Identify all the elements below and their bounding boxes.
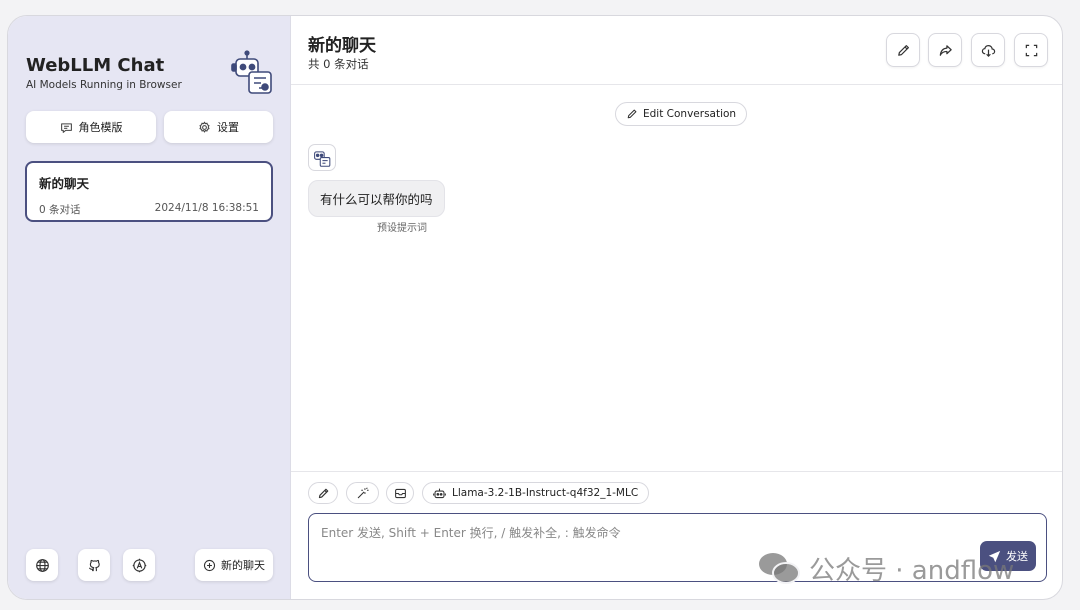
github-icon: [88, 559, 100, 571]
chat-bubble-icon: [60, 122, 72, 133]
app-window: WebLLM Chat AI Models Running in Browser…: [7, 15, 1063, 600]
robot-icon: [314, 150, 331, 167]
pencil-icon: [897, 44, 909, 56]
send-button[interactable]: 发送: [980, 541, 1036, 571]
settings-button[interactable]: 设置: [164, 111, 273, 143]
fullscreen-icon: [1025, 44, 1037, 56]
cloud-download-icon: [981, 44, 995, 57]
masks-button[interactable]: 角色模版: [26, 111, 156, 143]
chat-item-count: 0 条对话: [39, 204, 81, 216]
language-button[interactable]: [26, 549, 58, 581]
composer-divider: [291, 471, 1062, 472]
chat-list-item[interactable]: 新的聊天 0 条对话 2024/11/8 16:38:51: [25, 161, 273, 222]
pencil-icon: [627, 109, 637, 119]
bot-message: 有什么可以帮你的吗: [308, 180, 445, 217]
chat-main: 新的聊天 共 0 条对话 Edit Conversation 有什么可以帮你的吗…: [291, 16, 1062, 599]
sidebar: WebLLM Chat AI Models Running in Browser…: [8, 16, 291, 599]
model-selector[interactable]: Llama-3.2-1B-Instruct-q4f32_1-MLC: [422, 482, 650, 504]
message-note: 预设提示词: [377, 223, 427, 234]
rename-button[interactable]: [886, 33, 920, 67]
robot-logo-icon: [230, 50, 276, 96]
clear-context-chip[interactable]: [386, 482, 414, 504]
inbox-icon: [394, 488, 406, 498]
pencil-icon: [318, 488, 328, 498]
fullscreen-button[interactable]: [1014, 33, 1048, 67]
settings-label: 设置: [217, 121, 239, 134]
magic-wand-icon: [357, 486, 369, 498]
chat-item-title: 新的聊天: [39, 176, 90, 191]
auto-theme-icon: [132, 558, 146, 572]
gear-icon: [199, 121, 210, 132]
chat-message-count: 共 0 条对话: [308, 57, 369, 71]
prompt-hints-chip[interactable]: [346, 482, 379, 504]
chat-input-container: 发送: [308, 513, 1047, 582]
edit-conversation-button[interactable]: Edit Conversation: [615, 102, 748, 126]
theme-button[interactable]: [123, 549, 155, 581]
chat-header: 新的聊天 共 0 条对话: [291, 16, 1062, 85]
app-title: WebLLM Chat: [26, 55, 165, 76]
new-chat-button[interactable]: 新的聊天: [195, 549, 273, 581]
share-button[interactable]: [928, 33, 962, 67]
send-icon: [988, 550, 1001, 562]
chat-input[interactable]: [309, 514, 1046, 581]
send-label: 发送: [1006, 550, 1028, 563]
chat-title: 新的聊天: [308, 36, 376, 56]
chat-item-time: 2024/11/8 16:38:51: [154, 202, 259, 214]
app-subtitle: AI Models Running in Browser: [26, 79, 182, 91]
new-chat-label: 新的聊天: [221, 559, 265, 572]
globe-icon: [35, 558, 49, 572]
export-button[interactable]: [971, 33, 1005, 67]
share-icon: [939, 44, 952, 56]
masks-label: 角色模版: [78, 121, 123, 134]
prompt-edit-chip[interactable]: [308, 482, 338, 504]
edit-conversation-label: Edit Conversation: [643, 108, 737, 120]
sidebar-footer: 新的聊天: [26, 549, 273, 581]
model-label: Llama-3.2-1B-Instruct-q4f32_1-MLC: [452, 487, 639, 499]
robot-icon: [433, 488, 446, 498]
github-button[interactable]: [78, 549, 110, 581]
bot-avatar: [308, 144, 336, 171]
plus-circle-icon: [203, 559, 216, 571]
